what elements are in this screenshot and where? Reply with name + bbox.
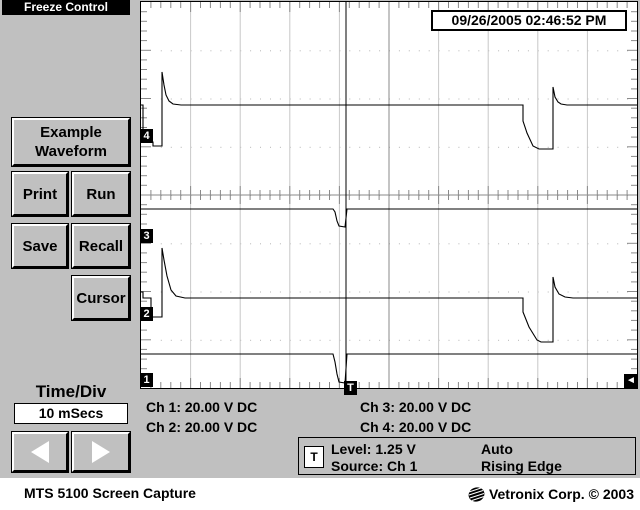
trigger-info-box[interactable]: T Level: 1.25 V Source: Ch 1 Auto Rising… — [298, 437, 636, 475]
timediv-increase-button[interactable] — [71, 431, 131, 473]
timediv-label: Time/Div — [35, 382, 107, 401]
main-panel: Freeze Control Example Waveform Print Ru… — [0, 0, 640, 478]
example-waveform-label-line2: Waveform — [35, 143, 107, 160]
trigger-slope: Rising Edge — [481, 458, 562, 474]
recall-button[interactable]: Recall — [71, 223, 131, 269]
recall-button-label: Recall — [78, 237, 124, 255]
right-edge-arrow-icon[interactable]: ◄ — [624, 374, 638, 388]
ch3-readout: Ch 3: 20.00 V DC — [360, 399, 472, 415]
trigger-badge: T — [304, 446, 324, 468]
ch1-readout: Ch 1: 20.00 V DC — [146, 399, 258, 415]
trigger-mode: Auto — [481, 441, 513, 457]
triangle-left-icon — [31, 441, 49, 463]
graticule — [141, 2, 637, 388]
save-button-label: Save — [22, 237, 58, 255]
channel-marker-3[interactable]: 3 — [140, 229, 153, 243]
channel-marker-1[interactable]: 1 — [140, 373, 153, 387]
ch2-readout: Ch 2: 20.00 V DC — [146, 419, 258, 435]
copyright-text: © 2003 — [588, 486, 634, 502]
channel-marker-2[interactable]: 2 — [140, 307, 153, 321]
cursor-button[interactable]: Cursor — [71, 275, 131, 321]
cursor-button-label: Cursor — [76, 289, 126, 307]
print-button-label: Print — [22, 185, 58, 203]
timestamp-readout: 09/26/2005 02:46:52 PM — [431, 10, 627, 31]
oscilloscope-display[interactable]: 09/26/2005 02:46:52 PM — [140, 1, 638, 389]
trigger-position-marker[interactable]: T — [344, 381, 357, 395]
timediv-decrease-button[interactable] — [11, 431, 69, 473]
vetronix-logo-icon — [468, 486, 485, 502]
run-button-label: Run — [86, 185, 116, 203]
trigger-source: Source: Ch 1 — [331, 458, 418, 474]
timediv-value-field[interactable]: 10 mSecs — [14, 403, 128, 424]
footer-bar: MTS 5100 Screen Capture Vetronix Corp. ©… — [0, 478, 640, 510]
example-waveform-label-line1: Example — [40, 124, 102, 141]
channel-marker-4[interactable]: 4 — [140, 129, 153, 143]
save-button[interactable]: Save — [11, 223, 69, 269]
example-waveform-button[interactable]: Example Waveform — [11, 117, 131, 167]
triangle-right-icon — [92, 441, 110, 463]
footer-branding: Vetronix Corp. © 2003 — [468, 486, 634, 502]
print-button[interactable]: Print — [11, 171, 69, 217]
trigger-level: Level: 1.25 V — [331, 441, 416, 457]
brand-name: Vetronix Corp. — [488, 486, 585, 502]
ch4-readout: Ch 4: 20.00 V DC — [360, 419, 472, 435]
run-button[interactable]: Run — [71, 171, 131, 217]
window-title: Freeze Control — [2, 0, 130, 15]
mts5100-screen-capture: Freeze Control Example Waveform Print Ru… — [0, 0, 640, 510]
footer-caption: MTS 5100 Screen Capture — [24, 485, 196, 501]
